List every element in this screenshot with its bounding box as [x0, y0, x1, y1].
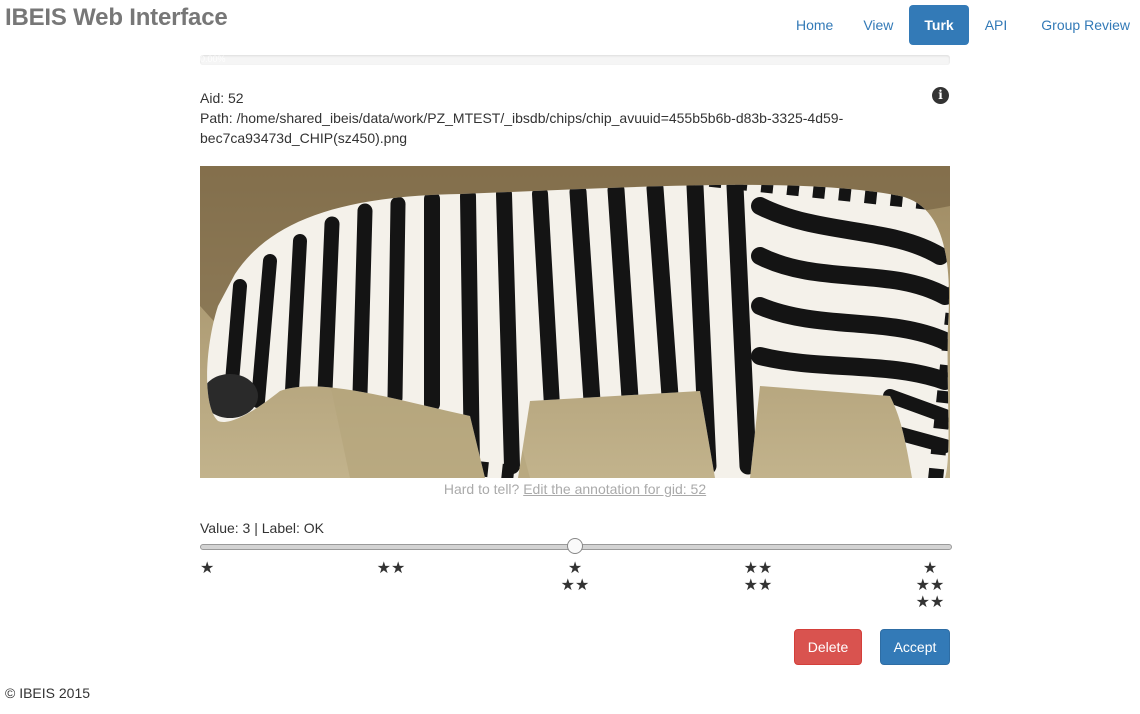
aid-text: Aid: 52	[200, 90, 244, 106]
edit-annotation-link[interactable]: Edit the annotation for gid: 52	[523, 481, 706, 497]
info-circle-icon[interactable]: i	[932, 87, 949, 104]
star-icon: ★★	[560, 575, 590, 594]
star-level-5: ★ ★★ ★★	[890, 559, 950, 610]
accept-button[interactable]: Accept	[880, 629, 950, 665]
star-level-3: ★ ★★	[545, 559, 605, 593]
progress-bar: 0.00%	[200, 55, 950, 65]
star-level-4: ★★ ★★	[728, 559, 788, 593]
star-level-2: ★★	[361, 559, 421, 576]
value-label: Value: 3 | Label: OK	[200, 520, 325, 536]
annotation-chip-image	[200, 166, 950, 478]
path-text-line-2: bec7ca93473d_CHIP(sz450).png	[200, 130, 408, 146]
star-icon: ★	[922, 558, 938, 577]
nav-home[interactable]: Home	[782, 5, 847, 45]
quality-slider-thumb[interactable]	[567, 538, 583, 554]
path-text-line-1: Path: /home/shared_ibeis/data/work/PZ_MT…	[200, 110, 844, 126]
star-icon: ★★	[915, 575, 945, 594]
star-level-1: ★	[200, 559, 260, 576]
star-icon: ★★	[376, 558, 406, 577]
star-icon: ★	[200, 558, 215, 577]
brand-title[interactable]: IBEIS Web Interface	[5, 4, 228, 32]
annotation-info: Aid: 52 Path: /home/shared_ibeis/data/wo…	[200, 88, 880, 148]
main-nav: Home View Turk API Group Review	[782, 5, 1140, 45]
nav-view[interactable]: View	[849, 5, 907, 45]
nav-turk[interactable]: Turk	[909, 5, 969, 45]
footer-copyright: © IBEIS 2015	[5, 685, 91, 701]
hint-prefix: Hard to tell?	[443, 481, 520, 497]
star-icon: ★	[567, 558, 583, 577]
nav-api[interactable]: API	[971, 5, 1022, 45]
nav-group-review[interactable]: Group Review	[1023, 5, 1140, 45]
star-icon: ★★	[915, 592, 945, 611]
progress-label: 0.00%	[200, 55, 226, 64]
hint-text: Hard to tell? Edit the annotation for gi…	[200, 481, 950, 497]
delete-button[interactable]: Delete	[794, 629, 862, 665]
star-icon: ★★	[743, 558, 773, 577]
star-icon: ★★	[743, 575, 773, 594]
